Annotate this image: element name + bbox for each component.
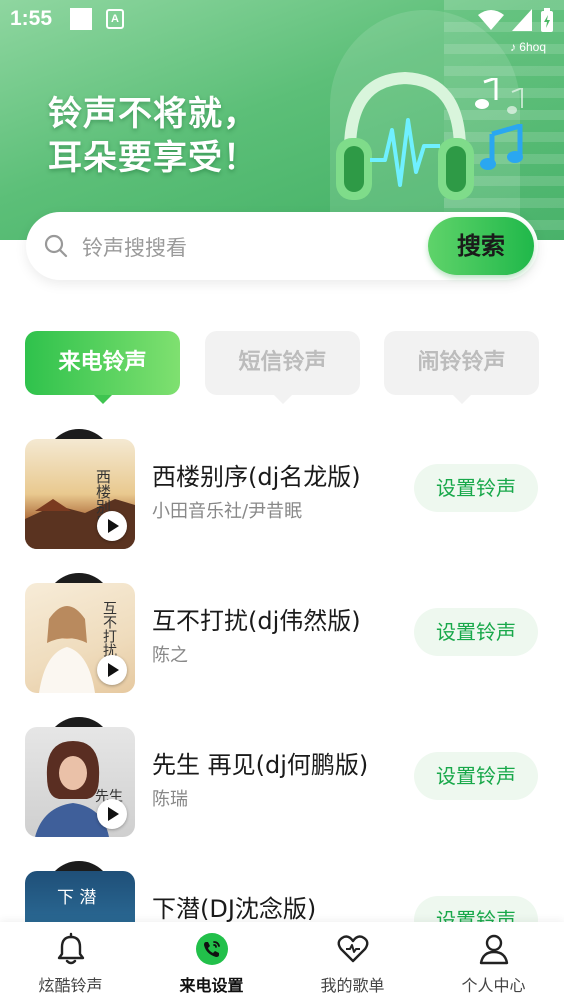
heart-icon bbox=[337, 935, 368, 963]
nav-item-call-settings[interactable]: 来电设置 bbox=[141, 922, 282, 999]
tab-alarm-ringtone[interactable]: 闹铃铃声 bbox=[384, 331, 539, 404]
nav-label: 炫酷铃声 bbox=[38, 976, 103, 995]
song-artist: 陈之 bbox=[152, 645, 188, 666]
search-icon bbox=[44, 234, 68, 258]
search-bar[interactable]: 铃声搜搜看 搜索 bbox=[26, 212, 538, 280]
song-cover[interactable]: 西楼别序 bbox=[25, 439, 135, 549]
status-time: 1:55 bbox=[10, 7, 53, 30]
nav-label: 个人中心 bbox=[461, 976, 526, 995]
nav-item-profile[interactable]: 个人中心 bbox=[423, 922, 564, 999]
search-button[interactable]: 搜索 bbox=[428, 217, 534, 275]
list-item[interactable]: 西楼别序 西楼别序(dj名龙版) 小田音乐社/尹昔眠 设置铃声 bbox=[0, 429, 564, 559]
phone-call-icon bbox=[195, 933, 228, 965]
cover-text: 互不打扰 bbox=[101, 601, 117, 658]
list-item[interactable]: 先生 先生 再见(dj何鹏版) 陈瑞 设置铃声 bbox=[0, 717, 564, 847]
song-artist: 陈瑞 bbox=[152, 789, 188, 810]
song-title: 下潜(DJ沈念版) bbox=[152, 895, 317, 923]
hero-slogan-line1: 铃声不将就， bbox=[48, 94, 258, 134]
bell-icon bbox=[57, 932, 84, 965]
status-icons bbox=[478, 8, 554, 32]
hero-slogan: 铃声不将就， 耳朵要享受！ bbox=[48, 92, 258, 180]
search-input[interactable]: 铃声搜搜看 bbox=[82, 232, 187, 262]
cover-text: 下 潜 bbox=[57, 888, 96, 908]
notification-square-icon bbox=[70, 8, 92, 30]
nav-item-ringtones[interactable]: 炫酷铃声 bbox=[0, 922, 141, 999]
set-ringtone-button[interactable]: 设置铃声 bbox=[414, 464, 538, 512]
wifi-icon bbox=[478, 10, 504, 30]
set-ringtone-button[interactable]: 设置铃声 bbox=[414, 752, 538, 800]
nav-label: 来电设置 bbox=[179, 976, 244, 995]
tab-sms-ringtone[interactable]: 短信铃声 bbox=[205, 331, 360, 404]
song-artist: 小田音乐社/尹昔眠 bbox=[152, 501, 303, 522]
play-icon[interactable] bbox=[97, 655, 127, 685]
nav-label: 我的歌单 bbox=[320, 976, 385, 995]
song-title: 先生 再见(dj何鹏版) bbox=[152, 751, 369, 779]
play-icon[interactable] bbox=[97, 511, 127, 541]
play-icon[interactable] bbox=[97, 799, 127, 829]
tab-call-ringtone[interactable]: 来电铃声 bbox=[25, 331, 180, 404]
list-item[interactable]: 互不打扰 互不打扰(dj伟然版) 陈之 设置铃声 bbox=[0, 573, 564, 703]
song-cover[interactable]: 先生 bbox=[25, 727, 135, 837]
hero-slogan-line2: 耳朵要享受！ bbox=[48, 138, 258, 178]
song-cover[interactable]: 互不打扰 bbox=[25, 583, 135, 693]
bottom-nav: 炫酷铃声 来电设置 我的歌单 个人中心 bbox=[0, 922, 564, 999]
headphones-illustration bbox=[336, 71, 474, 200]
hero-tag: ♪ 6hoq bbox=[509, 40, 546, 54]
music-note-icon bbox=[480, 124, 523, 170]
song-title: 互不打扰(dj伟然版) bbox=[152, 607, 361, 635]
user-icon bbox=[479, 934, 508, 965]
nav-item-my-playlist[interactable]: 我的歌单 bbox=[282, 922, 423, 999]
music-note-icon bbox=[475, 78, 498, 109]
hero-tag-text: 6hoq bbox=[519, 40, 546, 54]
battery-icon bbox=[541, 8, 553, 32]
music-note-icon bbox=[507, 88, 523, 114]
set-ringtone-button[interactable]: 设置铃声 bbox=[414, 608, 538, 656]
notification-a-icon: A bbox=[106, 9, 124, 29]
song-title: 西楼别序(dj名龙版) bbox=[152, 463, 361, 491]
signal-icon bbox=[512, 9, 532, 31]
status-bar: 1:55 A bbox=[0, 0, 564, 40]
